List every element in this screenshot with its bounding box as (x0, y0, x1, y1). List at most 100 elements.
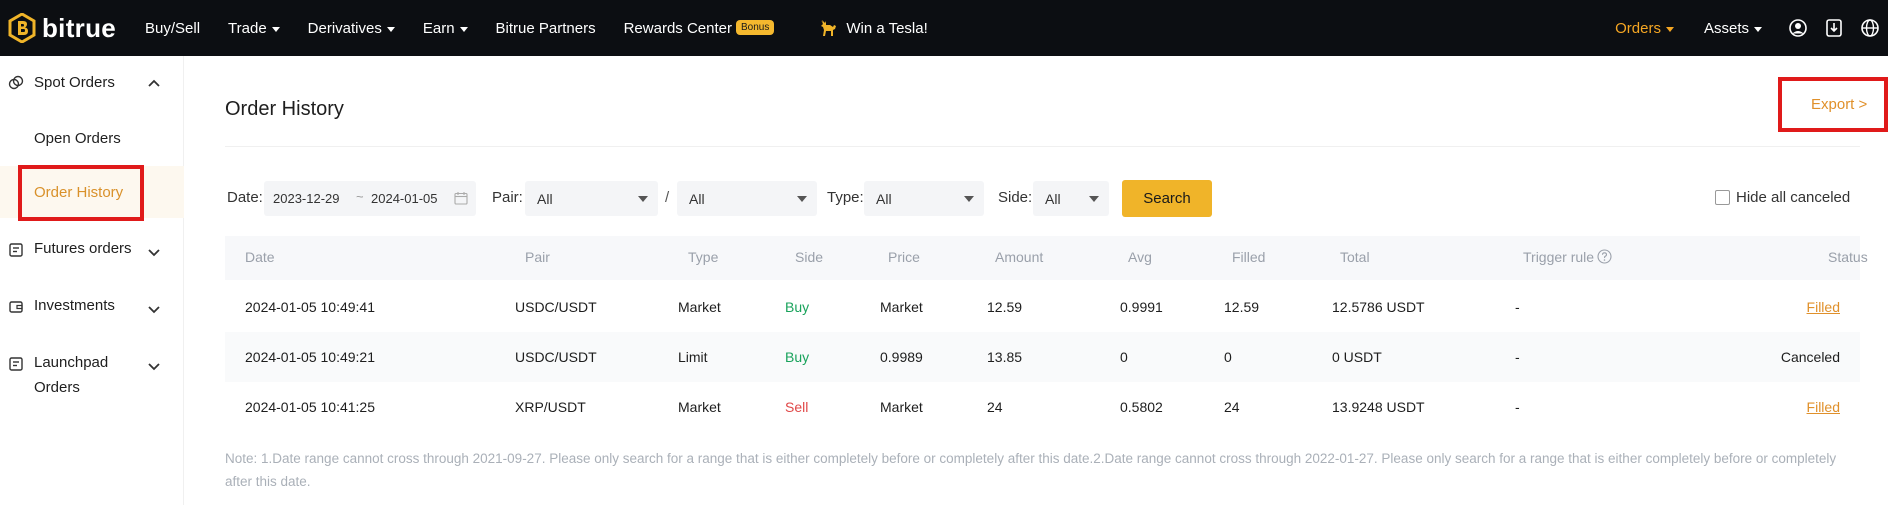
sidebar-item-open-orders[interactable]: Open Orders (0, 112, 184, 164)
cell-avg: 0 (1120, 349, 1128, 365)
cell-filled: 0 (1224, 349, 1232, 365)
sidebar: Spot Orders Open Orders Order History Fu… (0, 56, 184, 505)
page-title: Order History (225, 98, 344, 120)
sidebar-investments[interactable]: Investments (0, 293, 184, 323)
nav-orders-label: Orders (1615, 19, 1661, 37)
download-icon[interactable] (1816, 0, 1852, 56)
pair-quote-select[interactable]: All (677, 181, 817, 216)
nav-tesla-label: Win a Tesla! (846, 19, 928, 37)
cell-filled: 24 (1224, 399, 1240, 415)
nav-buy-sell[interactable]: Buy/Sell (145, 20, 200, 37)
status-filled-link[interactable]: Filled (1807, 399, 1840, 415)
th-total: Total (1340, 249, 1370, 265)
chevron-down-icon (638, 196, 648, 202)
nav-rewards-center[interactable]: Rewards Center Bonus (623, 19, 775, 37)
table-row: 2024-01-05 10:49:41 USDC/USDT Market Buy… (225, 282, 1860, 332)
cell-side: Sell (785, 399, 809, 415)
th-filled: Filled (1232, 249, 1266, 265)
date-range-picker[interactable]: 2023-12-29 ~ 2024-01-05 (264, 181, 476, 216)
date-label: Date: (227, 189, 263, 206)
th-status: Status (1828, 249, 1868, 265)
chevron-down-icon (459, 26, 468, 32)
cell-price: Market (880, 399, 923, 415)
nav-win-tesla[interactable]: Win a Tesla! (818, 19, 928, 37)
main-content: Order History Export > Date: 2023-12-29 … (185, 56, 1888, 505)
nav-assets-label: Assets (1703, 19, 1749, 37)
side-value: All (1045, 191, 1061, 207)
sidebar-order-history-label: Order History (34, 183, 124, 201)
cell-pair: XRP/USDT (515, 399, 586, 415)
brand-name: bitrue (42, 12, 117, 43)
question-icon[interactable] (1597, 249, 1612, 264)
cell-filled: 12.59 (1224, 299, 1260, 315)
chevron-down-icon (386, 26, 395, 32)
side-select[interactable]: All (1033, 181, 1109, 216)
sidebar-item-order-history[interactable]: Order History (0, 166, 184, 218)
sidebar-launchpad-orders[interactable]: Launchpad Orders (0, 350, 184, 402)
sidebar-spot-orders[interactable]: Spot Orders (0, 70, 184, 100)
status-filled-link[interactable]: Filled (1807, 299, 1840, 315)
th-pair: Pair (525, 249, 550, 265)
date-range-note: Note: 1.Date range cannot cross through … (225, 451, 1837, 489)
pair-base-select[interactable]: All (525, 181, 658, 216)
pair-base-value: All (537, 191, 553, 207)
chevron-down-icon (271, 26, 280, 32)
nav-right: Orders Assets (1615, 0, 1888, 56)
cell-total: 12.5786 USDT (1332, 299, 1425, 315)
sidebar-investments-label: Investments (34, 297, 115, 314)
chevron-down-icon (148, 363, 160, 371)
futures-orders-icon (9, 243, 23, 257)
th-side: Side (795, 249, 824, 265)
user-icon[interactable] (1780, 0, 1816, 56)
bonus-badge: Bonus (735, 19, 775, 35)
nav-earn[interactable]: Earn (423, 20, 468, 37)
export-link[interactable]: Export > (1811, 96, 1867, 113)
th-price: Price (888, 249, 920, 265)
sidebar-launchpad-label-line1: Launchpad (34, 354, 109, 371)
deer-icon (821, 20, 837, 36)
th-date: Date (245, 249, 275, 265)
nav-earn-label: Earn (422, 19, 455, 37)
nav-bitrue-partners[interactable]: Bitrue Partners (496, 20, 596, 37)
cell-avg: 0.9991 (1120, 299, 1163, 315)
chevron-down-icon (1754, 26, 1762, 32)
title-divider (225, 146, 1860, 147)
pair-quote-value: All (689, 191, 705, 207)
nav-derivatives[interactable]: Derivatives (308, 20, 395, 37)
sidebar-spot-orders-label: Spot Orders (34, 74, 115, 91)
chevron-down-icon (148, 306, 160, 314)
nav-orders[interactable]: Orders (1615, 20, 1674, 37)
type-label: Type: (827, 189, 864, 206)
globe-icon[interactable] (1852, 0, 1888, 56)
main-menu: Buy/Sell Trade Derivatives Earn Bitrue P… (145, 0, 956, 56)
cell-trigger: - (1515, 349, 1520, 365)
cell-amount: 13.85 (987, 349, 1023, 365)
cell-price: Market (880, 299, 923, 315)
pair-slash: / (665, 189, 670, 206)
investments-icon (9, 301, 23, 313)
cell-pair: USDC/USDT (515, 299, 597, 315)
cell-date: 2024-01-05 10:49:21 (245, 349, 375, 365)
side-label: Side: (998, 189, 1033, 206)
nav-trade[interactable]: Trade (228, 20, 280, 37)
sidebar-futures-orders-label: Futures orders (34, 240, 132, 257)
chevron-down-icon (1665, 26, 1674, 32)
cell-amount: 24 (987, 399, 1003, 415)
cell-avg: 0.5802 (1120, 399, 1163, 415)
search-button[interactable]: Search (1122, 180, 1212, 217)
sidebar-futures-orders[interactable]: Futures orders (0, 236, 184, 266)
pair-label: Pair: (492, 189, 523, 206)
cell-type: Market (678, 399, 721, 415)
launchpad-orders-icon (9, 357, 23, 371)
chevron-down-icon (964, 196, 974, 202)
hide-canceled-label: Hide all canceled (1736, 189, 1851, 206)
chevron-down-icon (148, 249, 160, 257)
nav-assets[interactable]: Assets (1704, 20, 1762, 37)
bitrue-logo[interactable]: bitrue (8, 11, 116, 45)
cell-total: 0 USDT (1332, 349, 1382, 365)
nav-rewards-label: Rewards Center (623, 19, 732, 37)
type-select[interactable]: All (864, 181, 984, 216)
hide-canceled-checkbox[interactable] (1715, 190, 1730, 205)
cell-total: 13.9248 USDT (1332, 399, 1425, 415)
nav-derivatives-label: Derivatives (307, 19, 382, 37)
